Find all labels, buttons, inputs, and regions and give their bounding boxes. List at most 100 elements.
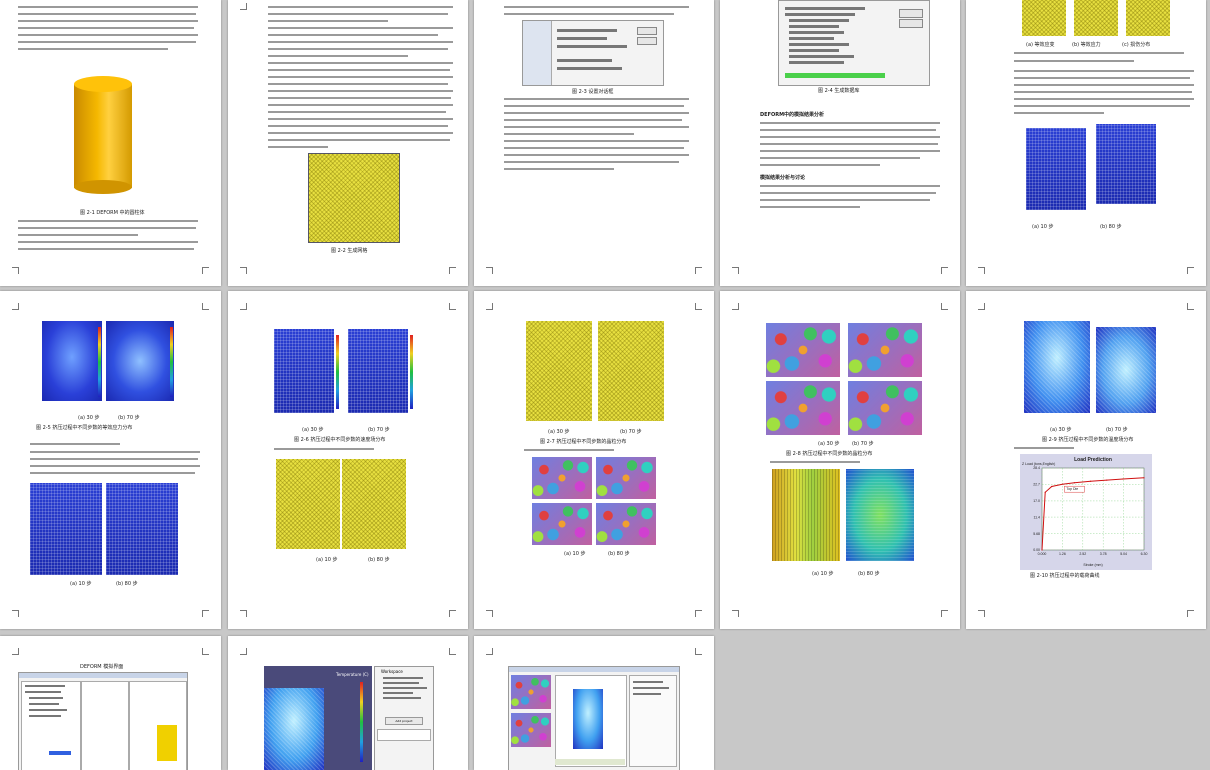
y-tick-label: 17.0 <box>1033 499 1040 503</box>
chart-title: Load Prediction <box>1074 457 1112 463</box>
series-point <box>1106 479 1108 481</box>
document-page-12[interactable]: Temperature (C) Workspace Add project <box>228 636 468 770</box>
stress-figure-10 <box>30 483 102 575</box>
series-point <box>1122 478 1124 480</box>
document-page-3[interactable]: 图 2-3 设置对话框 <box>474 0 714 286</box>
temperature-figure-30 <box>1024 321 1090 413</box>
corner-mark <box>202 267 209 274</box>
result-figure-a <box>1022 0 1066 36</box>
stress-figure-70 <box>106 321 174 401</box>
subfigure-caption: (a) 10 步 <box>70 581 92 587</box>
deform-results-screenshot <box>508 666 680 770</box>
temperature-figure-10 <box>772 469 840 561</box>
corner-mark <box>978 303 985 310</box>
corner-mark <box>202 610 209 617</box>
subfigure-caption: (b) 80 步 <box>608 551 630 557</box>
mesh-figure <box>308 153 400 243</box>
page-heading: DEFORM 模拟界面 <box>80 664 124 670</box>
document-page-5[interactable]: (a) 等效应变 (b) 等效应力 (c) 损伤分布 (a) 10 步 (b) … <box>966 0 1206 286</box>
velocity-figure-70 <box>348 329 408 413</box>
corner-mark <box>1187 267 1194 274</box>
corner-mark <box>12 267 19 274</box>
grain-figure-c <box>532 503 592 545</box>
cylinder-figure <box>74 76 132 194</box>
figure-caption: 图 2-1 DEFORM 中的圆柱体 <box>80 210 145 216</box>
corner-mark <box>732 610 739 617</box>
velocity-figure-80 <box>342 459 406 549</box>
subfigure-caption: (b) 80 步 <box>368 557 390 563</box>
velocity-figure-70 <box>598 321 664 421</box>
corner-mark <box>240 267 247 274</box>
series-point <box>1143 477 1145 479</box>
subfigure-caption: (a) 30 步 <box>1050 427 1072 433</box>
figure-caption: 图 2-5 挤压过程中不同步数的等效应力分布 <box>36 425 133 431</box>
corner-mark <box>941 303 948 310</box>
figure-caption: 图 2-2 生成网格 <box>331 248 368 254</box>
subfigure-caption: (b) 70 步 <box>620 429 642 435</box>
corner-mark <box>240 3 247 10</box>
corner-mark <box>486 267 493 274</box>
corner-mark <box>240 303 247 310</box>
load-prediction-chart: Load PredictionZ Load (tons,English)Stro… <box>1020 454 1152 570</box>
corner-mark <box>732 267 739 274</box>
document-page-10[interactable]: (a) 30 步 (b) 70 步 图 2-9 挤压过程中不同步数的温度场分布 … <box>966 291 1206 629</box>
add-project-button[interactable]: Add project <box>385 717 423 725</box>
figure-caption: 图 2-3 设置对话框 <box>572 89 614 95</box>
subfigure-caption: (b) 70 步 <box>368 427 390 433</box>
subfigure-caption: (a) 10 步 <box>564 551 586 557</box>
plot-area <box>1041 467 1145 551</box>
deform-window-screenshot <box>18 672 188 770</box>
x-tick-label: 3.78 <box>1100 552 1107 556</box>
corner-mark <box>978 267 985 274</box>
document-page-11[interactable]: DEFORM 模拟界面 <box>0 636 221 770</box>
x-tick-label: 2.52 <box>1079 552 1086 556</box>
subfigure-caption: (b) 80 步 <box>858 571 880 577</box>
document-page-6[interactable]: (a) 30 步 (b) 70 步 图 2-5 挤压过程中不同步数的等效应力分布… <box>0 291 221 629</box>
section-heading: 模拟结果分析与讨论 <box>760 175 806 181</box>
subfigure-caption: (c) 损伤分布 <box>1122 42 1151 48</box>
corner-mark <box>449 610 456 617</box>
document-page-7[interactable]: (a) 30 步 (b) 70 步 图 2-6 挤压过程中不同步数的速度场分布 … <box>228 291 468 629</box>
grain-figure-c <box>766 381 840 435</box>
document-page-4[interactable]: 图 2-4 生成数据库 DEFORM中的模拟结果分析 模拟结果分析与讨论 <box>720 0 960 286</box>
corner-mark <box>695 267 702 274</box>
document-page-1[interactable]: 图 2-1 DEFORM 中的圆柱体 <box>0 0 221 286</box>
corner-mark <box>941 267 948 274</box>
corner-mark <box>978 610 985 617</box>
document-page-2[interactable]: 图 2-2 生成网格 <box>228 0 468 286</box>
grain-figure-b <box>596 457 656 499</box>
series-point <box>1061 483 1063 485</box>
x-tick-label: 1.26 <box>1059 552 1066 556</box>
corner-mark <box>202 303 209 310</box>
document-page-13[interactable] <box>474 636 714 770</box>
temperature-figure-80 <box>846 469 914 561</box>
y-tick-label: 22.7 <box>1033 483 1040 487</box>
subfigure-caption: (b) 80 步 <box>116 581 138 587</box>
subfigure-caption: (a) 10 步 <box>316 557 338 563</box>
document-page-8[interactable]: (a) 30 步 (b) 70 步 图 2-7 挤压过程中不同步数的晶粒分布 (… <box>474 291 714 629</box>
figure-caption: 图 2-7 挤压过程中不同步数的晶粒分布 <box>540 439 627 445</box>
subfigure-caption: (b) 70 步 <box>852 441 874 447</box>
subfigure-caption: (a) 10 步 <box>1032 224 1054 230</box>
y-tick-label: 11.4 <box>1033 515 1040 519</box>
temperature-label: Temperature (C) <box>336 672 369 677</box>
corner-mark <box>486 303 493 310</box>
dialog-screenshot <box>522 20 664 86</box>
stress-figure-80 <box>1096 124 1156 204</box>
corner-mark <box>12 303 19 310</box>
figure-caption: 图 2-6 挤压过程中不同步数的速度场分布 <box>294 437 386 443</box>
corner-mark <box>732 303 739 310</box>
figure-caption: 图 2-8 挤压过程中不同步数的晶粒分布 <box>786 451 873 457</box>
grain-figure-b <box>848 323 922 377</box>
figure-caption: 图 2-10 挤压过程中的载荷曲线 <box>1030 573 1100 579</box>
corner-mark <box>1187 303 1194 310</box>
document-page-9[interactable]: (a) 30 步 (b) 70 步 图 2-8 挤压过程中不同步数的晶粒分布 (… <box>720 291 960 629</box>
grain-figure-a <box>766 323 840 377</box>
legend-label: Top Die <box>1066 487 1078 491</box>
grain-figure-d <box>596 503 656 545</box>
section-heading: DEFORM中的模拟结果分析 <box>760 112 825 118</box>
velocity-figure-30 <box>526 321 592 421</box>
subfigure-caption: (a) 30 步 <box>302 427 324 433</box>
corner-mark <box>695 303 702 310</box>
x-tick-label: 0.000 <box>1038 552 1047 556</box>
